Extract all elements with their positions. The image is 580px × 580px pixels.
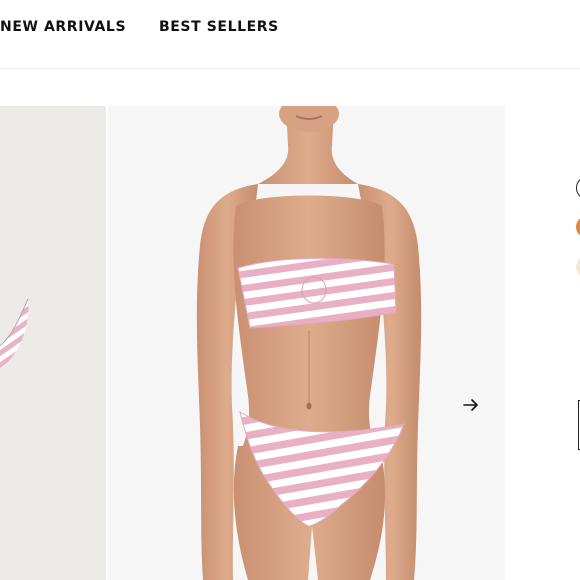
color-swatch-cream[interactable] [576, 256, 580, 278]
color-swatch-outline[interactable] [576, 176, 580, 200]
bikini-strap-illustration [0, 298, 29, 368]
model-illustration [196, 106, 422, 580]
main-product-image[interactable] [108, 106, 505, 580]
nav-new-arrivals[interactable]: NEW ARRIVALS [0, 19, 126, 35]
product-info-panel [570, 0, 580, 580]
product-gallery [0, 106, 505, 580]
nav-best-sellers[interactable]: BEST SELLERS [159, 19, 279, 35]
top-navigation: NEW ARRIVALS BEST SELLERS [0, 0, 580, 69]
arrow-right-icon [463, 399, 478, 411]
next-image-button[interactable] [458, 392, 484, 418]
color-swatch-orange[interactable] [576, 216, 580, 238]
previous-product-image[interactable] [0, 106, 106, 580]
